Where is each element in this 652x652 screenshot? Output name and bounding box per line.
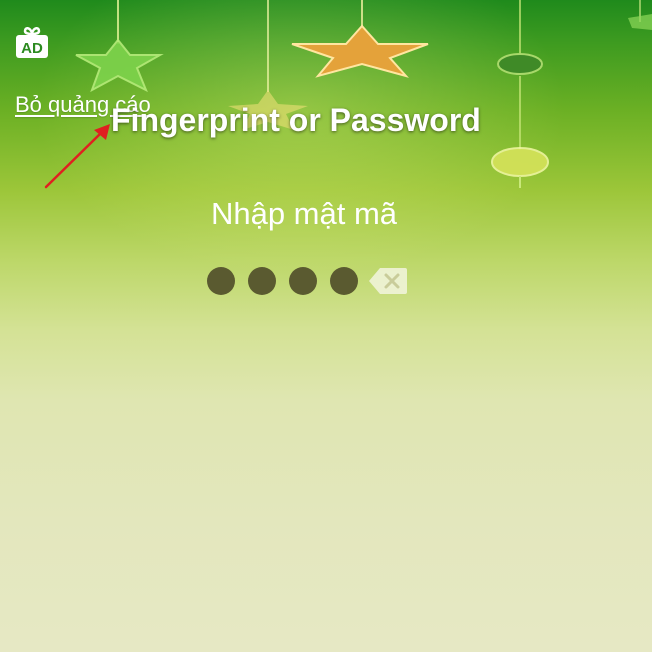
pin-dots [207,266,408,296]
ornament-icon [497,53,543,75]
password-prompt: Nhập mật mã [210,196,398,231]
svg-text:AD: AD [21,40,43,57]
pin-dot-filled [207,267,235,295]
pin-dot-filled [289,267,317,295]
red-arrow-icon [44,124,110,189]
pin-dot-filled [248,267,276,295]
green-star-icon [75,38,164,93]
pin-dot-filled [330,267,358,295]
backspace-icon[interactable] [368,266,408,296]
lock-screen: AD Bỏ quảng cáo Fingerprint or Password … [0,0,652,652]
ad-gift-icon[interactable]: AD [14,24,50,60]
lock-title: Fingerprint or Password [111,102,481,138]
gold-star-icon [291,24,429,78]
